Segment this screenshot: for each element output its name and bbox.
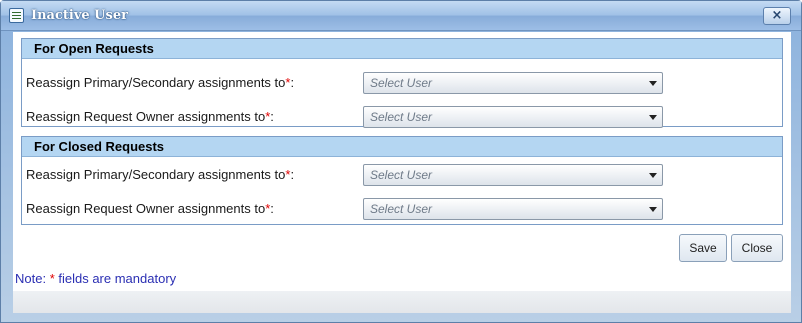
select-placeholder: Select User xyxy=(370,76,433,90)
open-requests-header: For Open Requests xyxy=(22,39,782,59)
close-icon[interactable]: × xyxy=(763,7,791,25)
note-bar: Note: * fields are mandatory xyxy=(13,269,791,291)
mandatory-note: Note: * fields are mandatory xyxy=(15,271,177,286)
open-requests-panel: For Open Requests Reassign Primary/Secon… xyxy=(21,38,783,130)
dialog-footer-strip xyxy=(13,291,791,313)
select-placeholder: Select User xyxy=(370,110,433,124)
closed-primary-secondary-select[interactable]: Select User xyxy=(363,164,663,186)
open-primary-secondary-select[interactable]: Select User xyxy=(363,72,663,94)
save-button[interactable]: Save xyxy=(679,234,727,262)
closed-request-owner-select[interactable]: Select User xyxy=(363,198,663,220)
closed-requests-panel: For Closed Requests Reassign Primary/Sec… xyxy=(21,136,783,225)
chevron-down-icon xyxy=(649,115,657,120)
form-icon xyxy=(9,8,24,23)
close-button[interactable]: Close xyxy=(731,234,783,262)
closed-primary-secondary-row: Reassign Primary/Secondary assignments t… xyxy=(22,164,782,188)
open-request-owner-row: Reassign Request Owner assignments to*: … xyxy=(22,106,782,130)
closed-request-owner-label: Reassign Request Owner assignments to*: xyxy=(26,201,274,216)
dialog-content: For Open Requests Reassign Primary/Secon… xyxy=(13,32,791,291)
chevron-down-icon xyxy=(649,81,657,86)
closed-request-owner-row: Reassign Request Owner assignments to*: … xyxy=(22,198,782,222)
dialog-title: Inactive User xyxy=(31,8,128,23)
chevron-down-icon xyxy=(649,173,657,178)
closed-primary-secondary-label: Reassign Primary/Secondary assignments t… xyxy=(26,167,295,182)
select-placeholder: Select User xyxy=(370,202,433,216)
chevron-down-icon xyxy=(649,207,657,212)
dialog-titlebar[interactable]: Inactive User × xyxy=(1,1,801,31)
open-primary-secondary-label: Reassign Primary/Secondary assignments t… xyxy=(26,75,295,90)
open-request-owner-select[interactable]: Select User xyxy=(363,106,663,128)
open-request-owner-label: Reassign Request Owner assignments to*: xyxy=(26,109,274,124)
closed-requests-header: For Closed Requests xyxy=(22,137,782,157)
inactive-user-dialog: Inactive User × For Open Requests Reassi… xyxy=(0,0,802,323)
open-primary-secondary-row: Reassign Primary/Secondary assignments t… xyxy=(22,72,782,96)
select-placeholder: Select User xyxy=(370,168,433,182)
